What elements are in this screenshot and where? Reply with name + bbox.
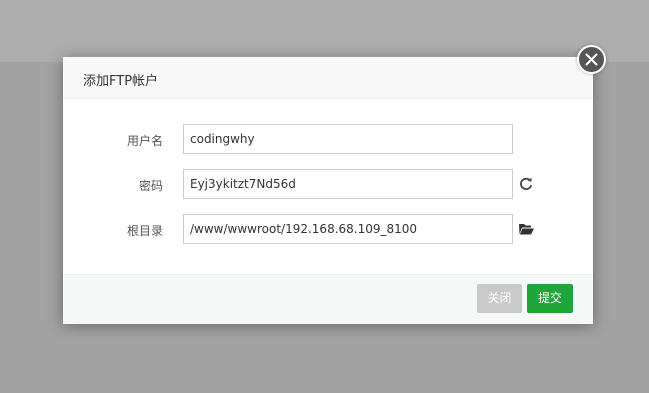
add-ftp-dialog: 添加FTP帐户 用户名 密码 根目录 关闭 提交 [63,45,606,324]
root-dir-label: 根目录 [126,224,163,238]
close-button[interactable]: 关闭 [477,284,522,313]
root-dir-input[interactable] [183,214,513,244]
dialog-header: 添加FTP帐户 [63,57,593,99]
dialog-close-button[interactable] [577,45,606,74]
dialog-title: 添加FTP帐户 [83,74,159,89]
username-row: 用户名 [63,124,593,154]
submit-button[interactable]: 提交 [527,284,573,313]
root-dir-row: 根目录 [63,214,593,244]
dialog-footer: 关闭 提交 [63,274,593,324]
refresh-icon[interactable] [518,176,534,192]
page-header-shadow [0,0,649,62]
password-label: 密码 [138,179,163,193]
close-icon [585,53,598,66]
username-input[interactable] [183,124,513,154]
username-label: 用户名 [126,134,163,148]
password-row: 密码 [63,169,593,199]
password-input[interactable] [183,169,513,199]
folder-open-icon[interactable] [518,221,534,237]
